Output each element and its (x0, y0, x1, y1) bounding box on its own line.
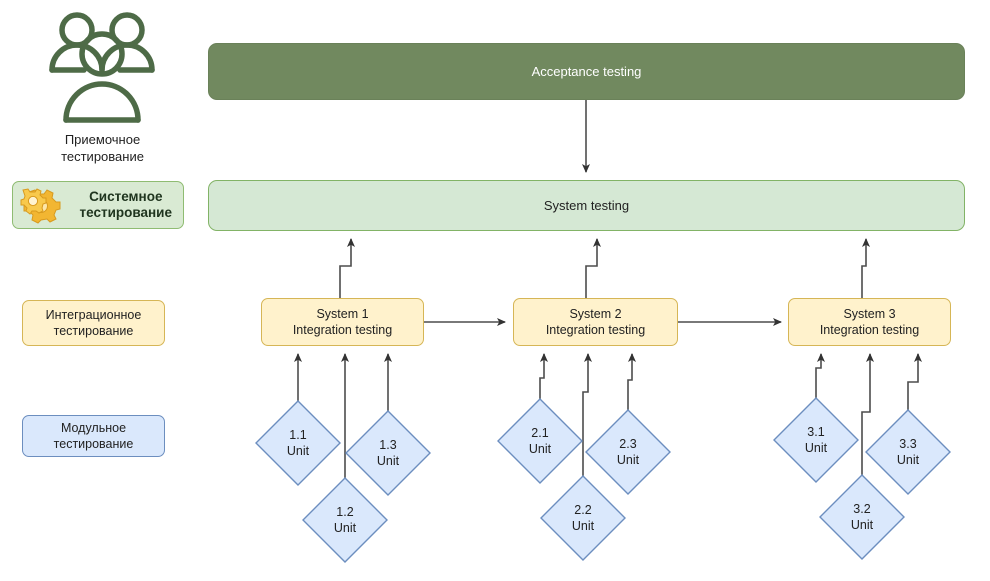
edge-system1-to-system-bar (339, 238, 355, 298)
system-testing-label: System testing (543, 198, 630, 213)
diamond-shape (773, 397, 859, 483)
integration-2-title: System 2 (569, 307, 622, 321)
integration-box-system-2[interactable]: System 2 Integration testing (513, 298, 678, 346)
unit-diamond-1-1[interactable]: 1.1 Unit (255, 400, 341, 486)
unit-diamond-2-1[interactable]: 2.1 Unit (497, 398, 583, 484)
unit-diamond-2-3[interactable]: 2.3 Unit (585, 409, 671, 495)
integration-box-system-3[interactable]: System 3 Integration testing (788, 298, 951, 346)
unit-diamond-1-3[interactable]: 1.3 Unit (345, 410, 431, 496)
integration-1-title: System 1 (316, 307, 369, 321)
diamond-shape (497, 398, 583, 484)
integration-1-subtitle: Integration testing (292, 323, 393, 337)
diagram-canvas: Приемочное тестирование Системное тестир… (0, 0, 990, 581)
integration-3-subtitle: Integration testing (819, 323, 920, 337)
diamond-shape (865, 409, 951, 495)
diamond-shape (255, 400, 341, 486)
acceptance-testing-bar[interactable]: Acceptance testing (208, 43, 965, 100)
acceptance-testing-label: Acceptance testing (531, 64, 642, 79)
integration-3-title: System 3 (843, 307, 896, 321)
system-testing-bar[interactable]: System testing (208, 180, 965, 231)
diamond-shape (585, 409, 671, 495)
diamond-shape (345, 410, 431, 496)
unit-diamond-3-1[interactable]: 3.1 Unit (773, 397, 859, 483)
integration-2-subtitle: Integration testing (545, 323, 646, 337)
integration-box-system-1[interactable]: System 1 Integration testing (261, 298, 424, 346)
edge-system3-to-system-bar (861, 238, 870, 298)
edge-system2-to-system-bar (585, 238, 601, 298)
unit-diamond-3-3[interactable]: 3.3 Unit (865, 409, 951, 495)
